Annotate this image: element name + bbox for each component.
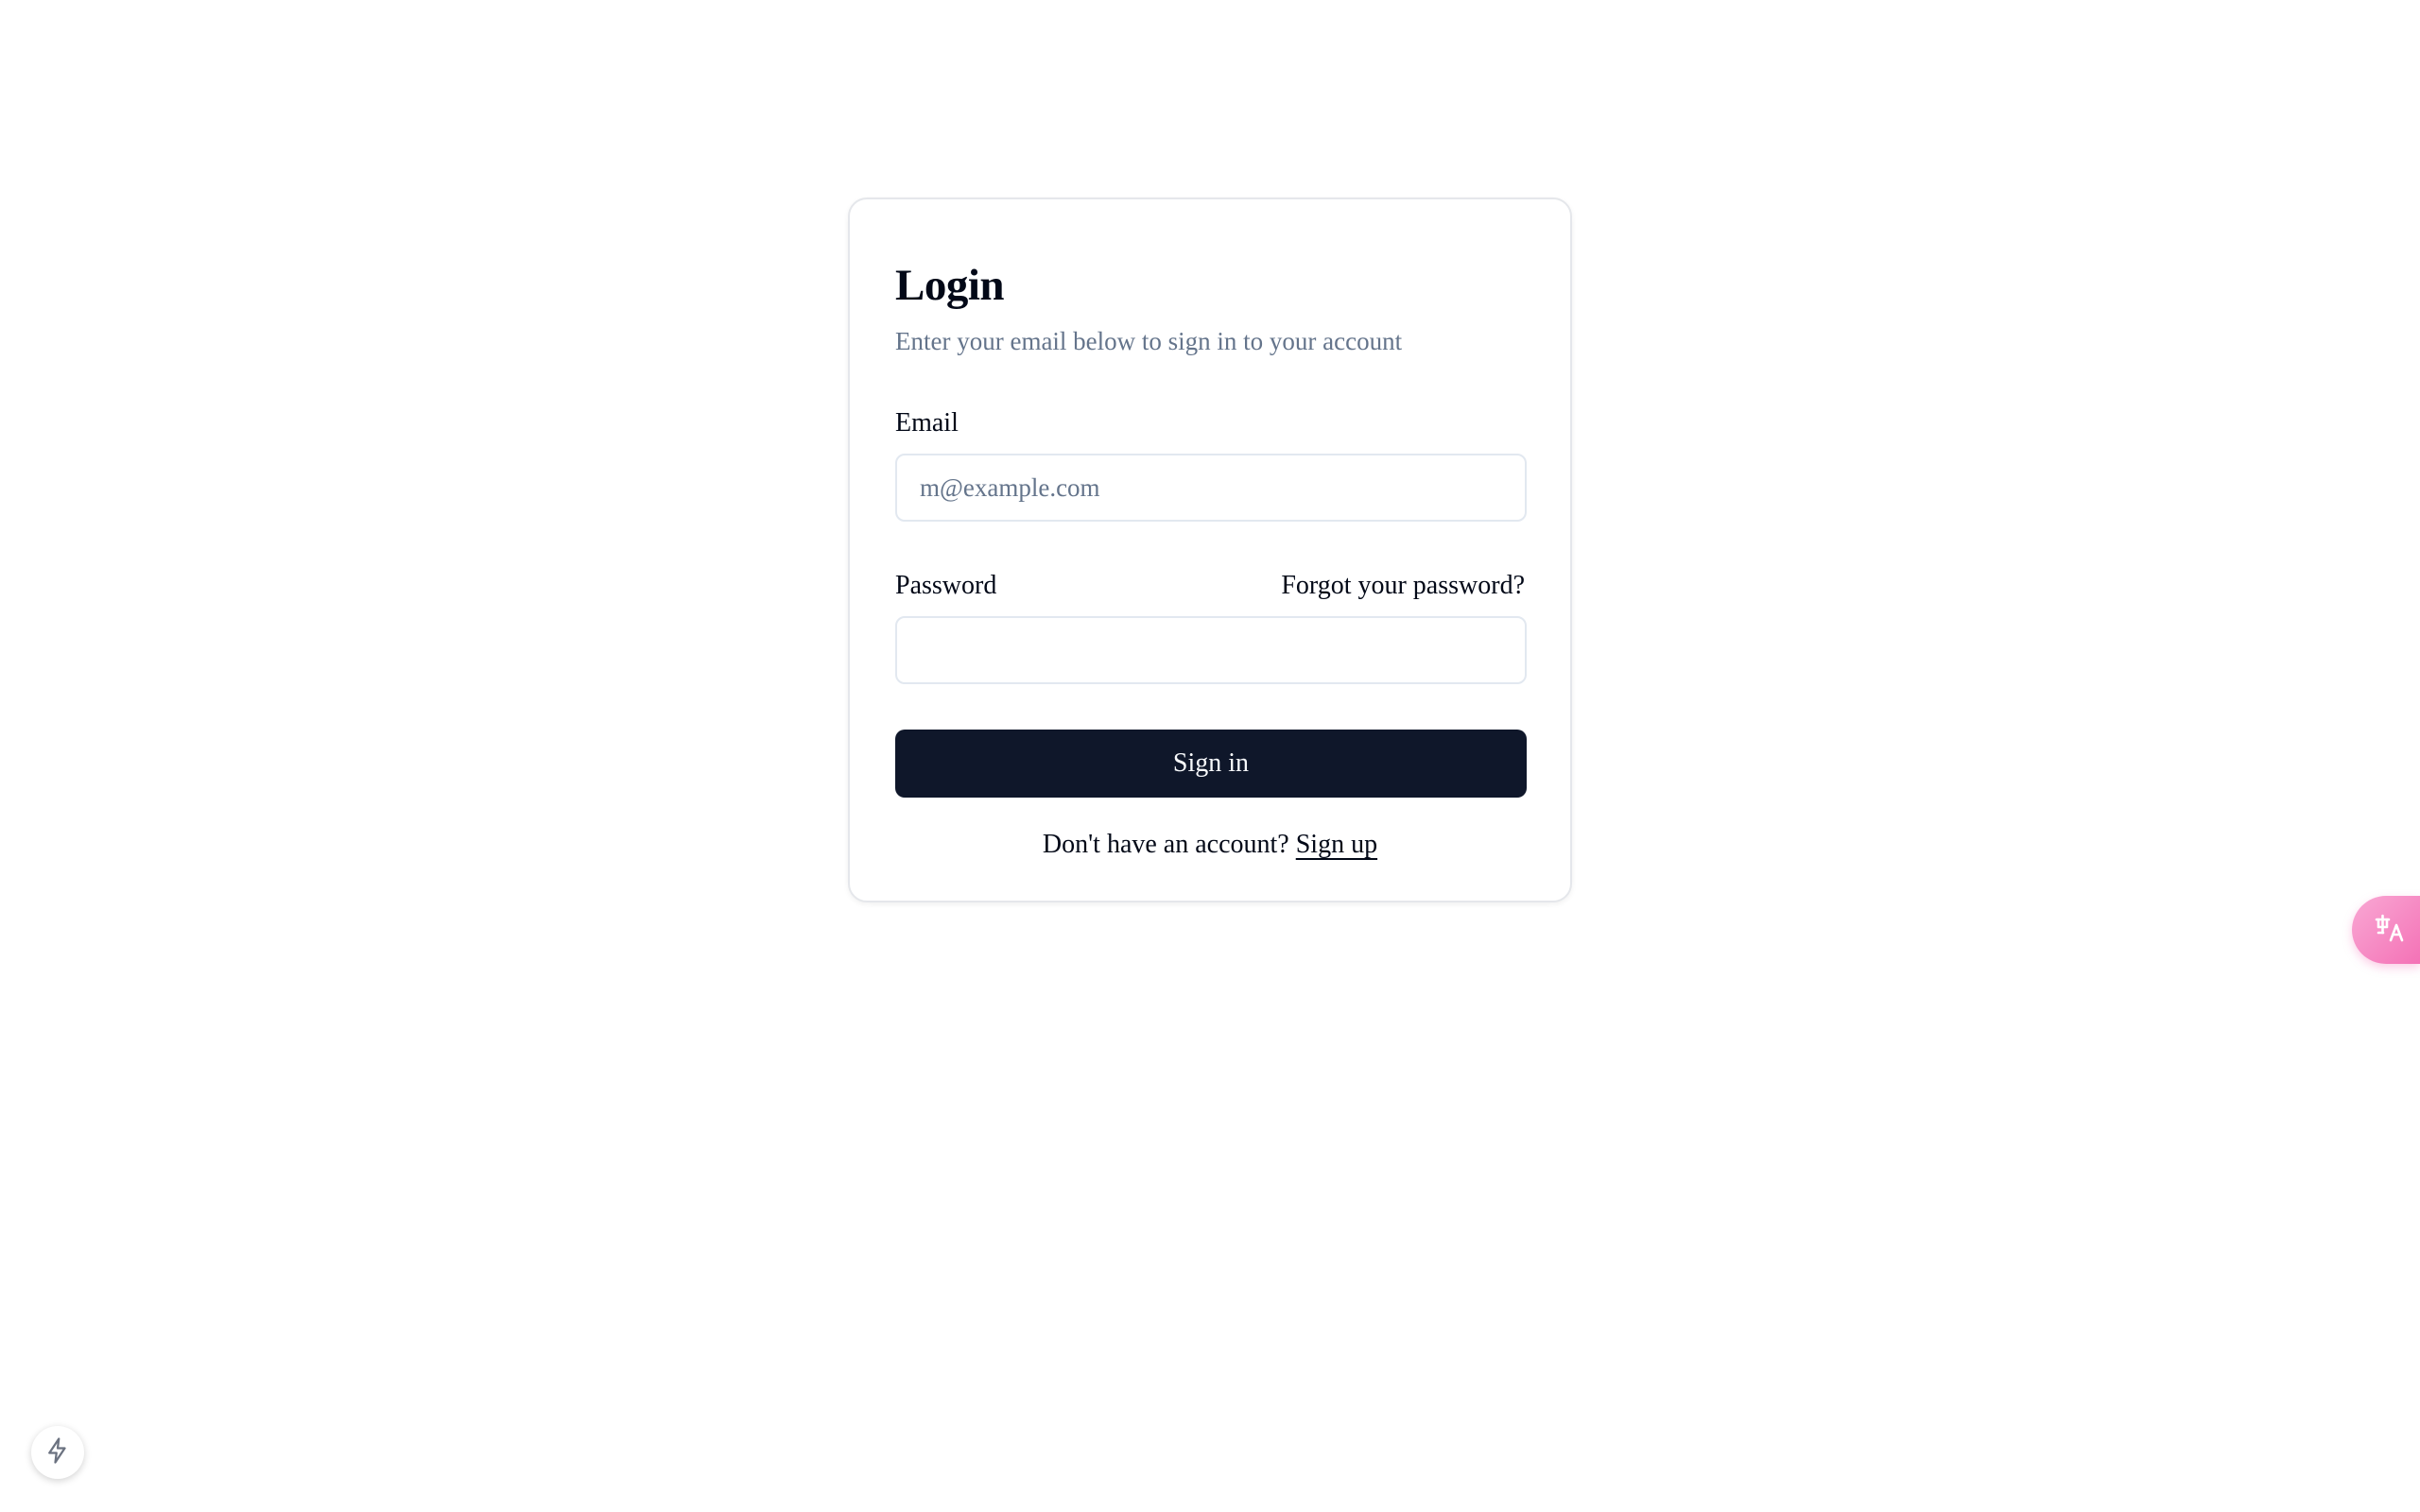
password-input[interactable] [895, 616, 1527, 684]
lightning-icon [43, 1436, 72, 1469]
translate-widget-button[interactable] [2352, 896, 2420, 964]
translate-icon [2373, 911, 2407, 950]
forgot-password-link[interactable]: Forgot your password? [1281, 567, 1525, 605]
password-label: Password [895, 571, 997, 600]
login-description: Enter your email below to sign in to you… [895, 327, 1403, 355]
signup-row: Don't have an account? Sign up [895, 826, 1525, 864]
password-label-row: Password Forgot your password? [895, 567, 1525, 605]
page: Login Enter your email below to sign in … [0, 0, 2420, 1512]
signup-prompt: Don't have an account? [1042, 830, 1289, 859]
email-label: Email [895, 408, 959, 438]
email-field-group: Email [895, 404, 1527, 522]
page-title: Login [895, 261, 1005, 310]
login-card: Login Enter your email below to sign in … [848, 198, 1572, 902]
password-field-group: Password Forgot your password? [895, 567, 1527, 684]
devtools-badge-button[interactable] [31, 1426, 84, 1479]
sign-up-link[interactable]: Sign up [1296, 830, 1377, 859]
email-input[interactable] [895, 454, 1527, 522]
sign-in-button[interactable]: Sign in [895, 730, 1527, 798]
